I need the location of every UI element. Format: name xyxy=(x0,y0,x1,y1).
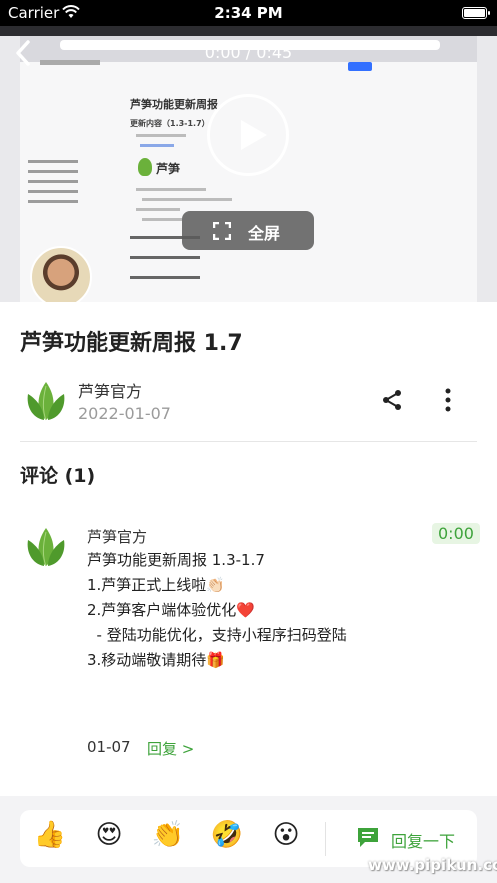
recorded-toc-item xyxy=(28,200,78,203)
comment-author[interactable]: 芦笋官方 xyxy=(87,526,147,547)
author-name[interactable]: 芦笋官方 xyxy=(78,378,142,402)
recorded-leaf-logo xyxy=(138,158,152,176)
leaf-logo-icon xyxy=(27,528,65,567)
video-time: 0:00 / 0:45 xyxy=(204,43,293,62)
recorded-toc-item xyxy=(28,190,78,193)
surprised-reaction[interactable]: 😮 xyxy=(268,820,304,850)
recorded-webcam-avatar xyxy=(30,246,92,302)
status-bar: Carrier 2:34 PM xyxy=(0,0,497,26)
comment-line: 2.芦笋客户端体验优化❤️ xyxy=(87,601,255,619)
recorded-line xyxy=(136,188,206,191)
recorded-toc-item xyxy=(28,180,78,183)
comment-timestamp[interactable]: 0:00 xyxy=(432,523,480,544)
comment-date: 01-07 xyxy=(87,738,131,756)
author-row: 芦笋官方 2022-01-07 xyxy=(20,372,477,432)
play-button[interactable] xyxy=(207,94,289,176)
recorded-share-button xyxy=(348,62,372,71)
recorded-line xyxy=(136,134,186,137)
leaf-logo-icon xyxy=(27,382,65,421)
battery-icon xyxy=(462,7,490,19)
reply-button[interactable]: 回复一下 xyxy=(391,828,455,852)
post-date: 2022-01-07 xyxy=(78,404,171,423)
thumbs-up-reaction[interactable]: 👍 xyxy=(32,820,68,850)
fullscreen-label: 全屏 xyxy=(248,224,281,243)
more-options-icon[interactable] xyxy=(440,386,456,414)
fullscreen-button[interactable]: 全屏 xyxy=(182,211,314,250)
play-icon xyxy=(241,120,267,150)
comment-line: - 登陆功能优化，支持小程序扫码登陆 xyxy=(87,626,347,644)
recorded-line xyxy=(130,276,200,279)
clap-reaction[interactable]: 👏 xyxy=(150,820,186,850)
fullscreen-icon xyxy=(213,222,231,240)
divider xyxy=(325,822,326,856)
post-title: 芦笋功能更新周报 1.7 xyxy=(20,331,243,356)
watermark: www.pipikun.com xyxy=(368,856,497,874)
recorded-doc-heading: 芦笋功能更新周报 xyxy=(130,98,218,111)
comment-item: 芦笋官方 0:00 芦笋功能更新周报 1.3-1.7 1.芦笋正式上线啦👏🏻 2… xyxy=(20,520,480,770)
divider xyxy=(20,441,477,442)
comment-icon[interactable] xyxy=(356,826,380,848)
comments-header: 评论 (1) xyxy=(20,465,96,487)
share-icon[interactable] xyxy=(380,388,404,412)
recorded-line xyxy=(136,208,180,211)
recorded-logo-text: 芦笋 xyxy=(156,162,181,176)
recorded-line xyxy=(142,198,232,201)
recorded-doc-section: 更新内容（1.3-1.7） xyxy=(130,119,210,128)
video-player[interactable]: 芦笋功能更新周报 更新内容（1.3-1.7） 芦笋 Carrier 2:34 P… xyxy=(0,0,497,302)
heart-eyes-reaction[interactable]: 😍 xyxy=(91,820,127,850)
comment-line: 1.芦笋正式上线啦👏🏻 xyxy=(87,576,225,594)
recorded-line xyxy=(142,218,182,221)
recorded-link xyxy=(140,144,174,147)
comment-body: 芦笋功能更新周报 1.3-1.7 1.芦笋正式上线啦👏🏻 2.芦笋客户端体验优化… xyxy=(87,548,347,673)
comment-line: 3.移动端敬请期待🎁 xyxy=(87,651,225,669)
recorded-menu-bar xyxy=(0,26,497,36)
laughing-reaction[interactable]: 🤣 xyxy=(209,820,245,850)
status-time: 2:34 PM xyxy=(214,4,283,22)
recorded-toc-item xyxy=(28,170,78,173)
recorded-line xyxy=(130,256,200,259)
recorded-toc-item xyxy=(28,160,78,163)
comment-reply-link[interactable]: 回复 > xyxy=(147,738,194,759)
comment-line: 芦笋功能更新周报 1.3-1.7 xyxy=(87,551,265,569)
